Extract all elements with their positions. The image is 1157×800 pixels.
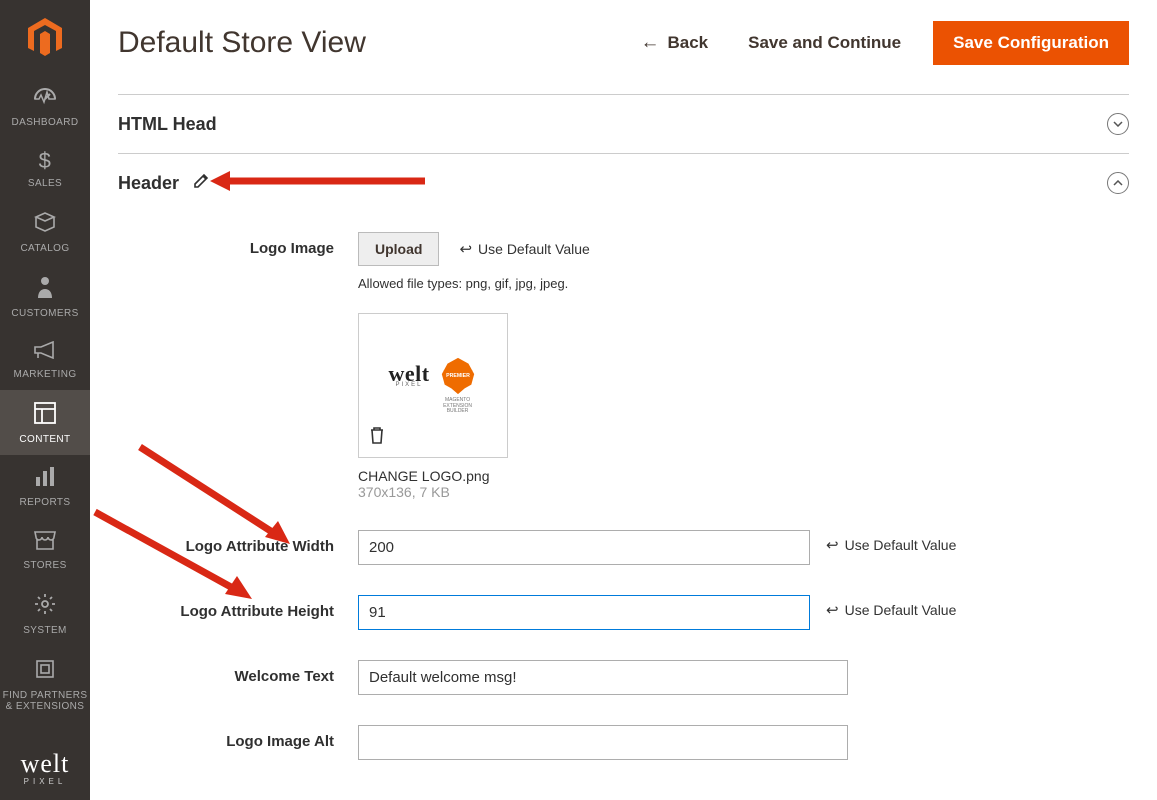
sidebar-label: CUSTOMERS (11, 308, 78, 319)
trash-icon[interactable] (369, 426, 385, 449)
row-logo-width: Logo Attribute Width ↩ Use Default Value (118, 530, 1129, 565)
back-button[interactable]: ← Back (620, 20, 728, 66)
reports-icon (34, 467, 56, 491)
magento-logo[interactable] (0, 0, 90, 75)
welt-logo-sub: PIXEL (24, 777, 67, 786)
sidebar-item-dashboard[interactable]: DASHBOARD (0, 75, 90, 138)
row-logo-height: Logo Attribute Height ↩ Use Default Valu… (118, 595, 1129, 630)
use-default-label: Use Default Value (845, 537, 957, 553)
label-logo-height: Logo Attribute Height (118, 595, 358, 620)
stores-icon (33, 530, 57, 554)
image-filename: CHANGE LOGO.png (358, 468, 810, 484)
logo-alt-input[interactable] (358, 725, 848, 760)
welcome-text-input[interactable] (358, 660, 848, 695)
use-default-height[interactable]: ↩ Use Default Value (826, 601, 956, 619)
label-logo-image: Logo Image (118, 232, 358, 257)
admin-sidebar: DASHBOARD $ SALES CATALOG CUSTOMERS MARK… (0, 0, 90, 800)
file-types-hint: Allowed file types: png, gif, jpg, jpeg. (358, 276, 810, 291)
undo-icon: ↩ (826, 601, 839, 619)
sidebar-label: FIND PARTNERS & EXTENSIONS (2, 690, 88, 712)
sidebar-item-stores[interactable]: STORES (0, 518, 90, 581)
header-form: Logo Image Upload ↩ Use Default Value Al… (90, 212, 1157, 800)
sidebar-item-partners[interactable]: FIND PARTNERS & EXTENSIONS (0, 646, 90, 722)
dashboard-icon (33, 87, 57, 111)
label-logo-width: Logo Attribute Width (118, 530, 358, 555)
sidebar-item-sales[interactable]: $ SALES (0, 138, 90, 199)
badge-caption: MAGENTO EXTENSION BUILDER (433, 398, 483, 415)
section-header[interactable]: Header (118, 153, 1129, 212)
image-dimensions: 370x136, 7 KB (358, 484, 810, 500)
save-configuration-button[interactable]: Save Configuration (933, 21, 1129, 65)
megaphone-icon (33, 341, 57, 363)
section-html-head[interactable]: HTML Head (118, 94, 1129, 153)
undo-icon: ↩ (826, 536, 839, 554)
use-default-label: Use Default Value (845, 602, 957, 618)
save-continue-button[interactable]: Save and Continue (728, 21, 921, 65)
sidebar-item-catalog[interactable]: CATALOG (0, 199, 90, 264)
gear-icon (34, 593, 56, 619)
logo-width-input[interactable] (358, 530, 810, 565)
section-title: Header (118, 173, 179, 194)
undo-icon: ↩ (459, 240, 472, 258)
label-logo-alt: Logo Image Alt (118, 725, 358, 750)
main-content: Default Store View ← Back Save and Conti… (90, 0, 1157, 800)
sidebar-brand[interactable]: welt PIXEL (0, 735, 90, 800)
pencil-icon[interactable] (193, 173, 209, 194)
premier-badge-icon: PREMIER MAGENTO EXTENSION BUILDER (438, 356, 478, 396)
sidebar-item-content[interactable]: CONTENT (0, 390, 90, 455)
preview-logo-text: welt (388, 364, 429, 384)
sidebar-label: REPORTS (20, 497, 71, 508)
sidebar-item-customers[interactable]: CUSTOMERS (0, 264, 90, 329)
use-default-label: Use Default Value (478, 241, 590, 257)
svg-text:PREMIER: PREMIER (446, 373, 470, 379)
content-icon (34, 402, 56, 428)
magento-icon (27, 18, 63, 58)
image-preview: welt PIXEL PREMIER MAGENTO EXTENSION BUI… (358, 313, 508, 458)
back-label: Back (667, 33, 708, 53)
row-logo-image: Logo Image Upload ↩ Use Default Value Al… (118, 232, 1129, 500)
sidebar-label: STORES (23, 560, 66, 571)
row-logo-alt: Logo Image Alt (118, 725, 1129, 760)
page-title: Default Store View (118, 26, 366, 60)
row-welcome-text: Welcome Text (118, 660, 1129, 695)
sidebar-label: CONTENT (19, 434, 70, 445)
sidebar-label: MARKETING (13, 369, 76, 380)
chevron-up-icon[interactable] (1107, 172, 1129, 194)
logo-height-input[interactable] (358, 595, 810, 630)
sidebar-item-reports[interactable]: REPORTS (0, 455, 90, 518)
use-default-width[interactable]: ↩ Use Default Value (826, 536, 956, 554)
partners-icon (34, 658, 56, 684)
person-icon (37, 276, 53, 302)
arrow-left-icon: ← (640, 32, 659, 54)
page-header: Default Store View ← Back Save and Conti… (90, 0, 1157, 94)
sidebar-label: CATALOG (20, 243, 69, 254)
dollar-icon: $ (39, 150, 52, 172)
sidebar-item-marketing[interactable]: MARKETING (0, 329, 90, 390)
save-continue-label: Save and Continue (748, 33, 901, 53)
catalog-icon (34, 211, 56, 237)
upload-button[interactable]: Upload (358, 232, 439, 266)
section-title: HTML Head (118, 114, 217, 135)
chevron-down-icon[interactable] (1107, 113, 1129, 135)
label-welcome-text: Welcome Text (118, 660, 358, 685)
use-default-logo-image[interactable]: ↩ Use Default Value (459, 240, 589, 258)
sidebar-item-system[interactable]: SYSTEM (0, 581, 90, 646)
sidebar-label: SYSTEM (23, 625, 67, 636)
sidebar-label: SALES (28, 178, 62, 189)
sidebar-label: DASHBOARD (12, 117, 79, 128)
